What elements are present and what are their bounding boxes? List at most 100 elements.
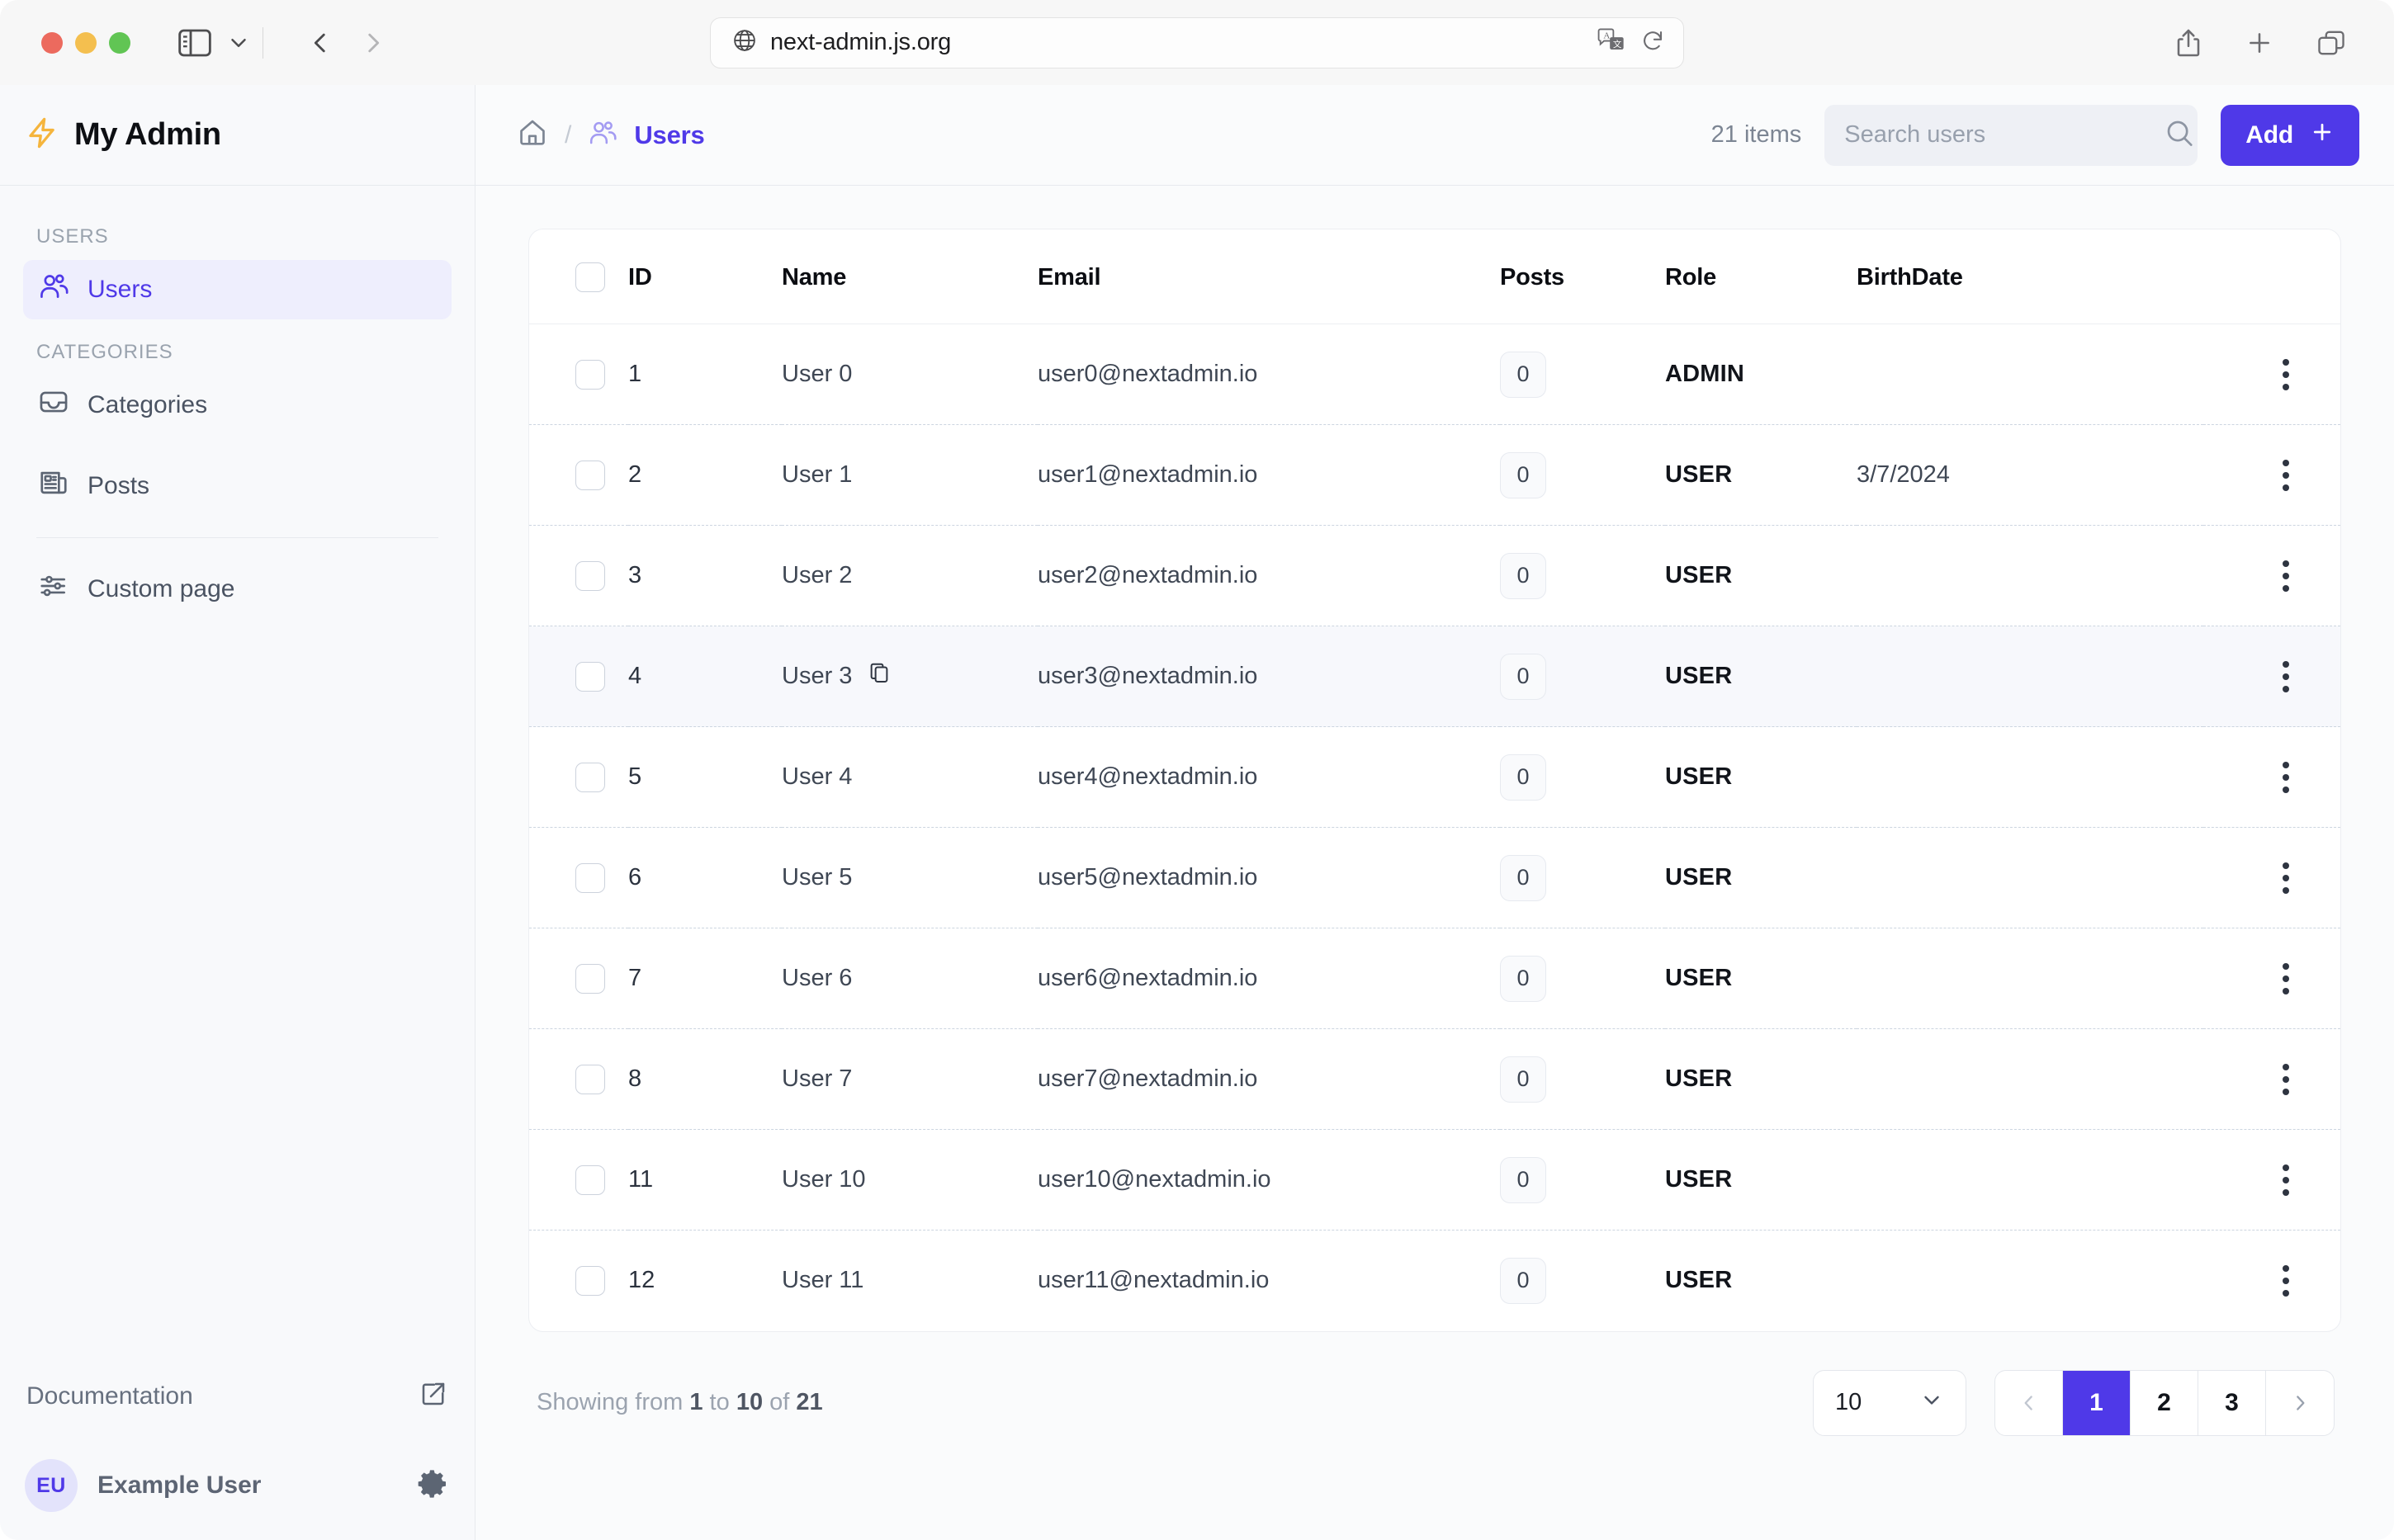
row-checkbox[interactable] [575, 561, 605, 591]
cell-email-value: user7@nextadmin.io [1038, 1065, 1257, 1092]
row-checkbox[interactable] [575, 1165, 605, 1195]
page-size-select[interactable]: 10 [1813, 1370, 1966, 1436]
sidebar-item-custom-page-label: Custom page [88, 575, 234, 603]
address-bar[interactable]: next-admin.js.org A 文 [710, 17, 1684, 68]
prev-page-button[interactable] [1995, 1371, 2063, 1435]
page-button-2[interactable]: 2 [2131, 1371, 2198, 1435]
row-menu-button[interactable] [2283, 1164, 2289, 1196]
brand[interactable]: My Admin [0, 85, 475, 186]
sliders-icon [38, 570, 69, 608]
row-checkbox[interactable] [575, 360, 605, 390]
posts-badge[interactable]: 0 [1500, 452, 1546, 498]
documentation-link[interactable]: Documentation [25, 1366, 450, 1426]
home-icon[interactable] [517, 117, 548, 153]
minimize-window-button[interactable] [75, 32, 97, 54]
search-icon[interactable] [2164, 117, 2195, 153]
search-input[interactable] [1844, 121, 2155, 149]
cell-email-value: user10@nextadmin.io [1038, 1166, 1271, 1193]
row-menu-button[interactable] [2283, 560, 2289, 592]
row-checkbox[interactable] [575, 863, 605, 893]
row-checkbox[interactable] [575, 1065, 605, 1094]
back-arrow-icon[interactable] [306, 29, 334, 57]
forward-arrow-icon[interactable] [359, 29, 387, 57]
posts-badge[interactable]: 0 [1500, 1056, 1546, 1103]
close-window-button[interactable] [41, 32, 63, 54]
table-row[interactable]: 12User 11user11@nextadmin.io0USER [529, 1231, 2340, 1331]
search-box[interactable] [1824, 105, 2198, 166]
sidebar-item-users[interactable]: Users [23, 260, 452, 319]
table-row[interactable]: 4User 3user3@nextadmin.io0USER [529, 626, 2340, 727]
sidebar-toggle-icon[interactable] [178, 29, 211, 57]
table-row[interactable]: 7User 6user6@nextadmin.io0USER [529, 928, 2340, 1029]
row-menu-button[interactable] [2283, 661, 2289, 692]
cell-name-value: User 6 [782, 965, 852, 992]
add-button[interactable]: Add [2221, 105, 2359, 166]
row-checkbox[interactable] [575, 964, 605, 994]
next-page-button[interactable] [2266, 1371, 2334, 1435]
current-user[interactable]: EU Example User [25, 1459, 450, 1512]
cell-name-value: User 0 [782, 361, 852, 388]
row-menu-button[interactable] [2283, 1064, 2289, 1095]
share-icon[interactable] [2174, 28, 2202, 58]
cell-role-value: USER [1665, 1267, 1732, 1293]
svg-text:A: A [1603, 31, 1610, 41]
row-menu-button[interactable] [2283, 1265, 2289, 1297]
sidebar-item-posts[interactable]: Posts [23, 456, 452, 516]
row-checkbox[interactable] [575, 763, 605, 792]
posts-badge[interactable]: 0 [1500, 1157, 1546, 1203]
sidebar-item-categories[interactable]: Categories [23, 376, 452, 435]
maximize-window-button[interactable] [109, 32, 130, 54]
table-row[interactable]: 5User 4user4@nextadmin.io0USER [529, 727, 2340, 828]
row-menu-button[interactable] [2283, 359, 2289, 390]
new-tab-plus-icon[interactable] [2245, 29, 2273, 57]
column-header-birthdate[interactable]: BirthDate [1857, 229, 2203, 324]
translate-icon[interactable]: A 文 [1597, 28, 1625, 57]
cell-actions [2203, 626, 2340, 727]
cell-email: user2@nextadmin.io [1038, 526, 1500, 626]
row-select-cell [529, 928, 628, 1029]
row-menu-button[interactable] [2283, 963, 2289, 994]
table-row[interactable]: 11User 10user10@nextadmin.io0USER [529, 1130, 2340, 1231]
cell-email-value: user3@nextadmin.io [1038, 663, 1257, 689]
select-all-checkbox[interactable] [575, 262, 605, 292]
copy-icon[interactable] [867, 661, 892, 692]
row-checkbox[interactable] [575, 1266, 605, 1296]
cell-email: user6@nextadmin.io [1038, 928, 1500, 1029]
column-header-name[interactable]: Name [782, 229, 1038, 324]
reload-icon[interactable] [1640, 28, 1665, 57]
column-header-id[interactable]: ID [628, 229, 782, 324]
posts-badge[interactable]: 0 [1500, 855, 1546, 901]
sidebar-item-custom-page[interactable]: Custom page [23, 560, 452, 619]
posts-badge[interactable]: 0 [1500, 654, 1546, 700]
row-checkbox[interactable] [575, 662, 605, 692]
chevron-down-icon[interactable] [226, 31, 251, 55]
posts-badge[interactable]: 0 [1500, 1258, 1546, 1304]
table-row[interactable]: 8User 7user7@nextadmin.io0USER [529, 1029, 2340, 1130]
globe-icon [732, 28, 757, 57]
row-menu-button[interactable] [2283, 862, 2289, 894]
column-header-email[interactable]: Email [1038, 229, 1500, 324]
row-menu-button[interactable] [2283, 460, 2289, 491]
page-header: / Users 21 items [475, 85, 2394, 186]
table-row[interactable]: 2User 1user1@nextadmin.io0USER3/7/2024 [529, 425, 2340, 526]
table-row[interactable]: 3User 2user2@nextadmin.io0USER [529, 526, 2340, 626]
page-button-1[interactable]: 1 [2063, 1371, 2131, 1435]
column-header-posts[interactable]: Posts [1500, 229, 1665, 324]
breadcrumb-current[interactable]: Users [634, 120, 704, 150]
cell-name-value: User 5 [782, 864, 852, 891]
posts-badge[interactable]: 0 [1500, 553, 1546, 599]
posts-badge[interactable]: 0 [1500, 754, 1546, 801]
cell-email: user11@nextadmin.io [1038, 1231, 1500, 1331]
posts-badge[interactable]: 0 [1500, 956, 1546, 1002]
page-button-3[interactable]: 3 [2198, 1371, 2266, 1435]
table-row[interactable]: 1User 0user0@nextadmin.io0ADMIN [529, 324, 2340, 425]
column-header-role[interactable]: Role [1665, 229, 1857, 324]
posts-badge[interactable]: 0 [1500, 352, 1546, 398]
cell-id-value: 1 [628, 361, 641, 387]
row-checkbox[interactable] [575, 461, 605, 490]
table-row[interactable]: 6User 5user5@nextadmin.io0USER [529, 828, 2340, 928]
cell-posts: 0 [1500, 425, 1665, 526]
gear-icon[interactable] [417, 1467, 450, 1505]
row-menu-button[interactable] [2283, 762, 2289, 793]
tab-overview-icon[interactable] [2316, 29, 2346, 57]
